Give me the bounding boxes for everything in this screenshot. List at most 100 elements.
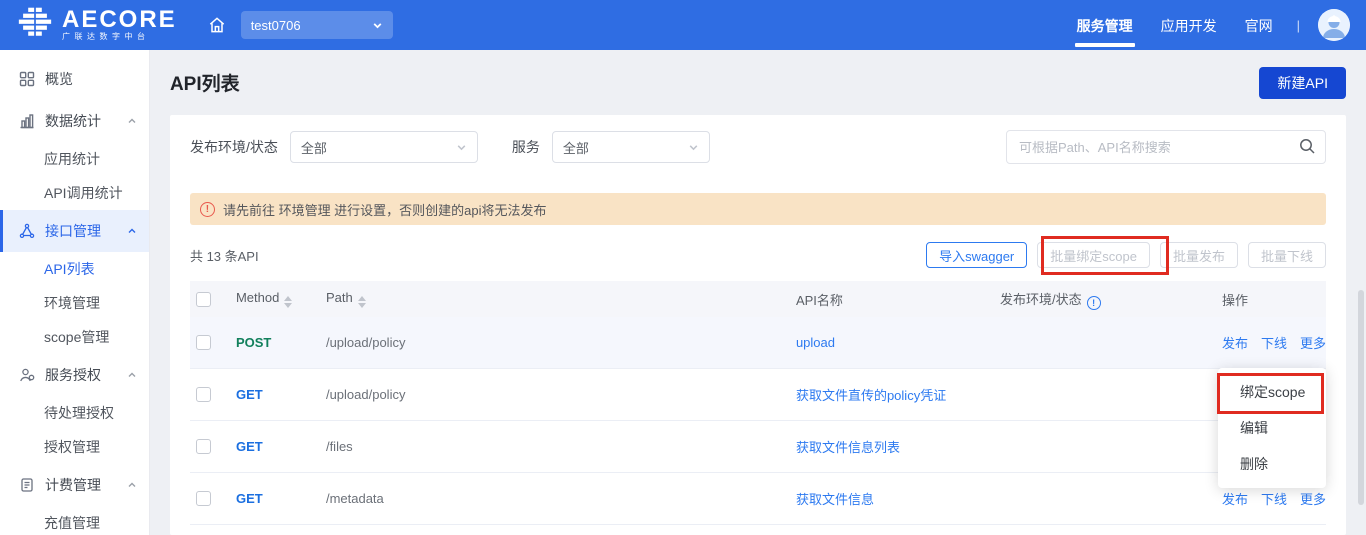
table-header-row: Method Path API名称 发布环境/状态! 操作 — [190, 281, 1326, 317]
sidebar-item-label: 充值管理 — [44, 513, 100, 533]
sidebar-item-label: 环境管理 — [44, 293, 100, 313]
sidebar-item-authorization-management[interactable]: 授权管理 — [0, 430, 149, 464]
env-filter-label: 发布环境/状态 — [190, 137, 278, 157]
search-input[interactable] — [1006, 130, 1326, 164]
offline-link[interactable]: 下线 — [1261, 333, 1287, 352]
menu-item-delete[interactable]: 删除 — [1218, 446, 1326, 482]
header-nav: 服务管理 应用开发 官网 — [1077, 1, 1273, 49]
col-path[interactable]: Path — [326, 290, 796, 308]
api-path: /upload/policy — [326, 387, 796, 402]
home-icon[interactable] — [207, 15, 227, 35]
filter-bar: 发布环境/状态 全部 服务 全部 — [190, 131, 1326, 163]
warning-banner: ! 请先前往 环境管理 进行设置，否则创建的api将无法发布 — [190, 193, 1326, 225]
sidebar-item-label: 数据统计 — [45, 111, 101, 131]
sidebar-item-overview[interactable]: 概览 — [0, 58, 149, 100]
api-path: /upload/policy — [326, 335, 796, 350]
nav-app-development[interactable]: 应用开发 — [1161, 1, 1217, 49]
batch-bind-scope-button[interactable]: 批量绑定scope — [1037, 242, 1150, 268]
sidebar-item-label: 接口管理 — [45, 221, 101, 241]
sidebar-item-billing-management[interactable]: 计费管理 — [0, 464, 149, 506]
workspace-select[interactable]: test0706 — [241, 11, 393, 39]
sidebar-item-app-statistics[interactable]: 应用统计 — [0, 142, 149, 176]
api-name-link[interactable]: 获取文件信息列表 — [796, 437, 1000, 456]
col-method[interactable]: Method — [236, 290, 326, 308]
avatar[interactable] — [1318, 9, 1350, 41]
logo-title: AECORE — [62, 9, 177, 31]
api-name-link[interactable]: 获取文件直传的policy凭证 — [796, 385, 1000, 404]
nav-official-site[interactable]: 官网 — [1245, 1, 1273, 49]
aecore-logo-icon — [16, 6, 54, 45]
table-row: GET /metadata 获取文件信息 发布 下线 更多 — [190, 473, 1326, 525]
col-env-status: 发布环境/状态! — [1000, 289, 1222, 310]
info-icon[interactable]: ! — [1087, 296, 1101, 310]
row-checkbox[interactable] — [196, 387, 211, 402]
batch-publish-button[interactable]: 批量发布 — [1160, 242, 1238, 268]
search-icon — [1298, 137, 1316, 160]
api-table: Method Path API名称 发布环境/状态! 操作 POST /uplo… — [190, 281, 1326, 525]
sidebar-item-service-authorization[interactable]: 服务授权 — [0, 354, 149, 396]
sidebar-item-label: API调用统计 — [44, 183, 123, 203]
sidebar-item-api-list[interactable]: API列表 — [0, 252, 149, 286]
import-swagger-button[interactable]: 导入swagger — [926, 242, 1027, 268]
publish-link[interactable]: 发布 — [1222, 489, 1248, 508]
sidebar-item-data-statistics[interactable]: 数据统计 — [0, 100, 149, 142]
sidebar-item-label: 应用统计 — [44, 149, 100, 169]
method-badge: GET — [236, 439, 326, 454]
sidebar-item-interface-management[interactable]: 接口管理 — [0, 210, 149, 252]
col-actions: 操作 — [1222, 290, 1326, 309]
sidebar-item-pending-authorization[interactable]: 待处理授权 — [0, 396, 149, 430]
more-link[interactable]: 更多 — [1300, 333, 1326, 352]
row-checkbox[interactable] — [196, 491, 211, 506]
sort-icon[interactable] — [284, 296, 292, 308]
api-list-card: 发布环境/状态 全部 服务 全部 — [170, 115, 1346, 535]
row-checkbox[interactable] — [196, 335, 211, 350]
warning-icon: ! — [200, 202, 215, 217]
service-filter-label: 服务 — [512, 137, 540, 157]
sidebar-item-label: scope管理 — [44, 327, 109, 347]
sidebar-item-label: 服务授权 — [45, 365, 101, 385]
env-filter-select[interactable]: 全部 — [290, 131, 478, 163]
brand-logo: AECORE 广联达数字中台 — [16, 6, 177, 45]
sidebar-item-label: API列表 — [44, 259, 95, 279]
table-toolbar: 共 13 条API 导入swagger 批量绑定scope 批量发布 批量下线 — [190, 242, 1326, 268]
service-filter-value: 全部 — [563, 138, 589, 157]
row-more-dropdown-menu: 绑定scope 编辑 删除 — [1218, 368, 1326, 488]
api-count: 共 13 条API — [190, 246, 259, 265]
bar-chart-icon — [18, 113, 36, 129]
header-divider: | — [1297, 18, 1300, 33]
table-row: POST /upload/policy upload 发布 下线 更多 — [190, 317, 1326, 369]
chevron-down-icon — [372, 20, 383, 31]
sidebar-item-scope-management[interactable]: scope管理 — [0, 320, 149, 354]
page-scrollbar[interactable] — [1358, 290, 1364, 505]
top-header: AECORE 广联达数字中台 test0706 服务管理 应用开发 官网 | — [0, 0, 1366, 50]
sidebar-item-recharge-management[interactable]: 充值管理 — [0, 506, 149, 535]
env-filter-value: 全部 — [301, 138, 327, 157]
select-all-checkbox[interactable] — [196, 292, 211, 307]
batch-offline-button[interactable]: 批量下线 — [1248, 242, 1326, 268]
publish-link[interactable]: 发布 — [1222, 333, 1248, 352]
sidebar-item-api-call-statistics[interactable]: API调用统计 — [0, 176, 149, 210]
chevron-up-icon — [127, 116, 137, 126]
more-link[interactable]: 更多 — [1300, 489, 1326, 508]
api-name-link[interactable]: 获取文件信息 — [796, 489, 1000, 508]
api-name-link[interactable]: upload — [796, 335, 1000, 350]
row-checkbox[interactable] — [196, 439, 211, 454]
method-badge: POST — [236, 335, 326, 350]
main-content: API列表 新建API 发布环境/状态 全部 服务 全部 — [150, 50, 1366, 535]
service-filter-select[interactable]: 全部 — [552, 131, 710, 163]
sidebar: 概览 数据统计 应用统计 API调用统计 接口管理 API列表 环境管理 — [0, 50, 150, 535]
sort-icon[interactable] — [358, 296, 366, 308]
person-auth-icon — [18, 367, 36, 383]
sidebar-item-label: 计费管理 — [45, 475, 101, 495]
table-row: GET /upload/policy 获取文件直传的policy凭证 发布 下线… — [190, 369, 1326, 421]
sidebar-item-env-management[interactable]: 环境管理 — [0, 286, 149, 320]
chevron-up-icon — [127, 370, 137, 380]
offline-link[interactable]: 下线 — [1261, 489, 1287, 508]
table-row: GET /files 获取文件信息列表 发布 下线 更多 — [190, 421, 1326, 473]
create-api-button[interactable]: 新建API — [1259, 67, 1346, 99]
logo-subtitle: 广联达数字中台 — [62, 31, 177, 42]
nav-service-management[interactable]: 服务管理 — [1077, 1, 1133, 49]
menu-item-edit[interactable]: 编辑 — [1218, 410, 1326, 446]
sidebar-item-label: 待处理授权 — [44, 403, 114, 423]
menu-item-bind-scope[interactable]: 绑定scope — [1218, 374, 1326, 410]
